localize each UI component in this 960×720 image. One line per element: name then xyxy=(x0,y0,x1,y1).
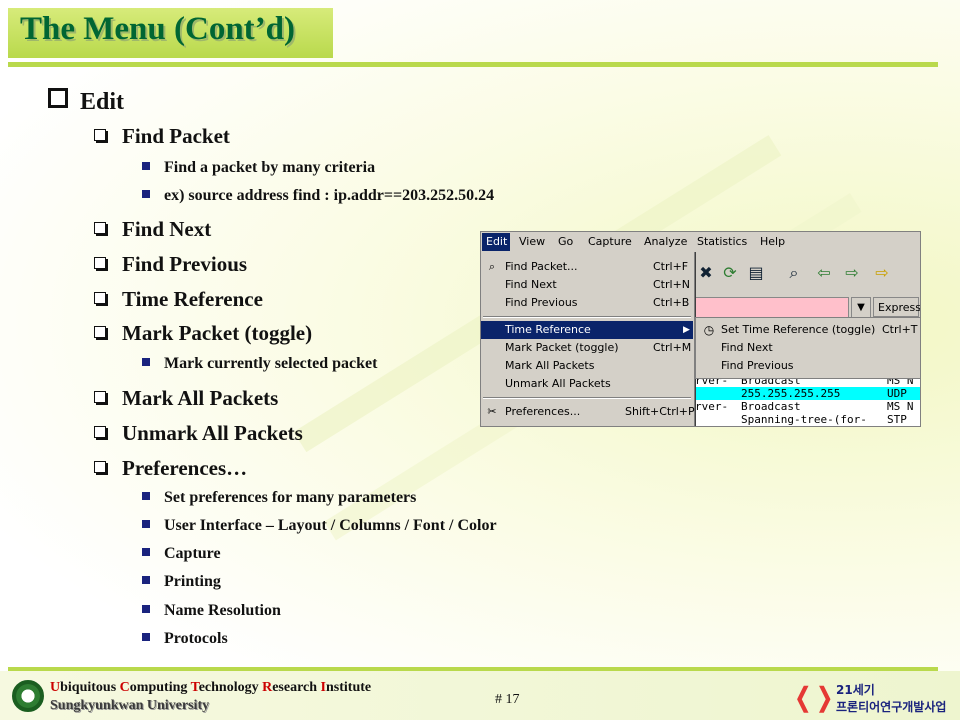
table-row[interactable]: rver- Broadcast MS N xyxy=(695,400,920,413)
time-reference-submenu: ◷ Set Time Reference (toggle) Ctrl+T Find … xyxy=(695,317,920,379)
box-bullet-icon xyxy=(94,129,106,141)
submenu-arrow-icon: ▶ xyxy=(683,325,690,335)
menu-item-preferences[interactable]: ✂ Preferences... Shift+Ctrl+P xyxy=(481,403,694,421)
menu-help[interactable]: Help xyxy=(760,235,785,248)
sub-bullet: Protocols xyxy=(142,630,228,648)
menu-edit[interactable]: Edit xyxy=(482,233,510,251)
square-bullet-icon xyxy=(142,492,150,500)
bullet-find-packet: Find Packet xyxy=(94,124,230,149)
title-underline xyxy=(8,62,938,67)
bullet-find-next: Find Next xyxy=(94,217,211,242)
submenu-item-find-next[interactable]: Find Next xyxy=(696,339,920,357)
expression-button[interactable]: Express xyxy=(873,297,920,317)
menu-item-mark-all[interactable]: Mark All Packets xyxy=(481,357,693,375)
menu-view[interactable]: View xyxy=(519,235,545,248)
menu-item-unmark-all[interactable]: Unmark All Packets xyxy=(481,375,693,393)
table-row[interactable]: Spanning-tree-(for- STP xyxy=(695,413,920,426)
menu-capture[interactable]: Capture xyxy=(588,235,632,248)
bullet-time-reference: Time Reference xyxy=(94,287,263,312)
sub-bullet: Mark currently selected packet xyxy=(142,355,377,373)
bullet-mark-all: Mark All Packets xyxy=(94,386,278,411)
page-number: # 17 xyxy=(495,692,520,707)
menu-statistics[interactable]: Statistics xyxy=(697,235,747,248)
edit-dropdown-menu: ⌕ Find Packet... Ctrl+F Find Next Ctrl+N Fi… xyxy=(481,252,696,426)
box-bullet-icon xyxy=(94,461,106,473)
box-bullet-icon xyxy=(94,326,106,338)
preferences-icon: ✂ xyxy=(487,405,497,418)
menu-separator xyxy=(483,397,691,399)
sub-bullet: Set preferences for many parameters xyxy=(142,489,416,507)
submenu-item-find-previous[interactable]: Find Previous xyxy=(696,357,920,375)
sub-bullet: Name Resolution xyxy=(142,602,281,620)
square-bullet-icon xyxy=(48,88,68,108)
university-seal-icon xyxy=(12,680,44,712)
close-icon[interactable]: ✖ xyxy=(695,262,717,284)
frontier-program-logo: ❬❭ 21세기 프론티어연구개발사업 xyxy=(792,683,947,714)
square-bullet-icon xyxy=(142,633,150,641)
sub-bullet: Capture xyxy=(142,545,221,563)
menu-item-find-previous[interactable]: Find Previous Ctrl+B xyxy=(481,294,693,312)
bullet-preferences: Preferences… xyxy=(94,456,247,481)
university-name: Sungkyunkwan University xyxy=(50,698,210,713)
clock-icon: ◷ xyxy=(703,323,715,337)
box-bullet-icon xyxy=(94,426,106,438)
back-arrow-icon[interactable]: ⇦ xyxy=(813,262,835,284)
box-bullet-icon xyxy=(94,222,106,234)
filter-toolbar: ▼ Express xyxy=(695,295,920,319)
bullet-find-previous: Find Previous xyxy=(94,252,247,277)
bullet-edit: Edit xyxy=(48,88,124,116)
square-bullet-icon xyxy=(142,576,150,584)
table-row[interactable]: 255.255.255.255 UDP xyxy=(695,387,920,400)
edit-menu-screenshot: Edit View Go Capture Analyze Statistics … xyxy=(480,231,921,427)
packet-list: rver- Broadcast MS N 255.255.255.255 UDP rv… xyxy=(695,374,920,426)
square-bullet-icon xyxy=(142,162,150,170)
institute-name: Ubiquitous Computing Technology Research… xyxy=(50,680,372,695)
square-bullet-icon xyxy=(142,520,150,528)
menu-item-mark-packet[interactable]: Mark Packet (toggle) Ctrl+M xyxy=(481,339,693,357)
submenu-item-set-time-reference[interactable]: ◷ Set Time Reference (toggle) Ctrl+T xyxy=(696,321,920,339)
sub-bullet: ex) source address find : ip.addr==203.2… xyxy=(142,187,494,205)
frontier-logo-icon: ❬❭ xyxy=(792,683,836,712)
menu-item-find-packet[interactable]: ⌕ Find Packet... Ctrl+F xyxy=(481,258,693,276)
box-bullet-icon xyxy=(94,257,106,269)
sub-bullet: User Interface – Layout / Columns / Font… xyxy=(142,517,497,535)
menubar: Edit View Go Capture Analyze Statistics … xyxy=(481,232,920,252)
square-bullet-icon xyxy=(142,358,150,366)
bullet-mark-packet: Mark Packet (toggle) xyxy=(94,321,312,346)
menu-item-time-reference[interactable]: Time Reference ▶ xyxy=(481,321,693,339)
bullet-unmark-all: Unmark All Packets xyxy=(94,421,303,446)
menu-item-find-next[interactable]: Find Next Ctrl+N xyxy=(481,276,693,294)
box-bullet-icon xyxy=(94,292,106,304)
chevron-down-icon[interactable]: ▼ xyxy=(851,297,871,319)
filter-input[interactable] xyxy=(695,297,849,319)
goto-packet-icon[interactable]: ⇨ xyxy=(871,262,893,284)
find-icon: ⌕ xyxy=(488,260,496,273)
square-bullet-icon xyxy=(142,548,150,556)
reload-icon[interactable]: ⟳ xyxy=(719,262,741,284)
slide-title: The Menu (Cont’d) xyxy=(20,11,296,47)
find-icon[interactable]: ⌕ xyxy=(783,262,805,284)
menu-analyze[interactable]: Analyze xyxy=(644,235,687,248)
box-bullet-icon xyxy=(94,391,106,403)
print-icon[interactable]: ▤ xyxy=(745,262,767,284)
sub-bullet: Find a packet by many criteria xyxy=(142,159,375,177)
toolbar: ✖ ⟳ ▤ ⌕ ⇦ ⇨ ⇨ xyxy=(695,254,920,294)
forward-arrow-icon[interactable]: ⇨ xyxy=(841,262,863,284)
menu-go[interactable]: Go xyxy=(558,235,573,248)
menu-separator xyxy=(483,316,691,318)
square-bullet-icon xyxy=(142,605,150,613)
square-bullet-icon xyxy=(142,190,150,198)
sub-bullet: Printing xyxy=(142,573,221,591)
